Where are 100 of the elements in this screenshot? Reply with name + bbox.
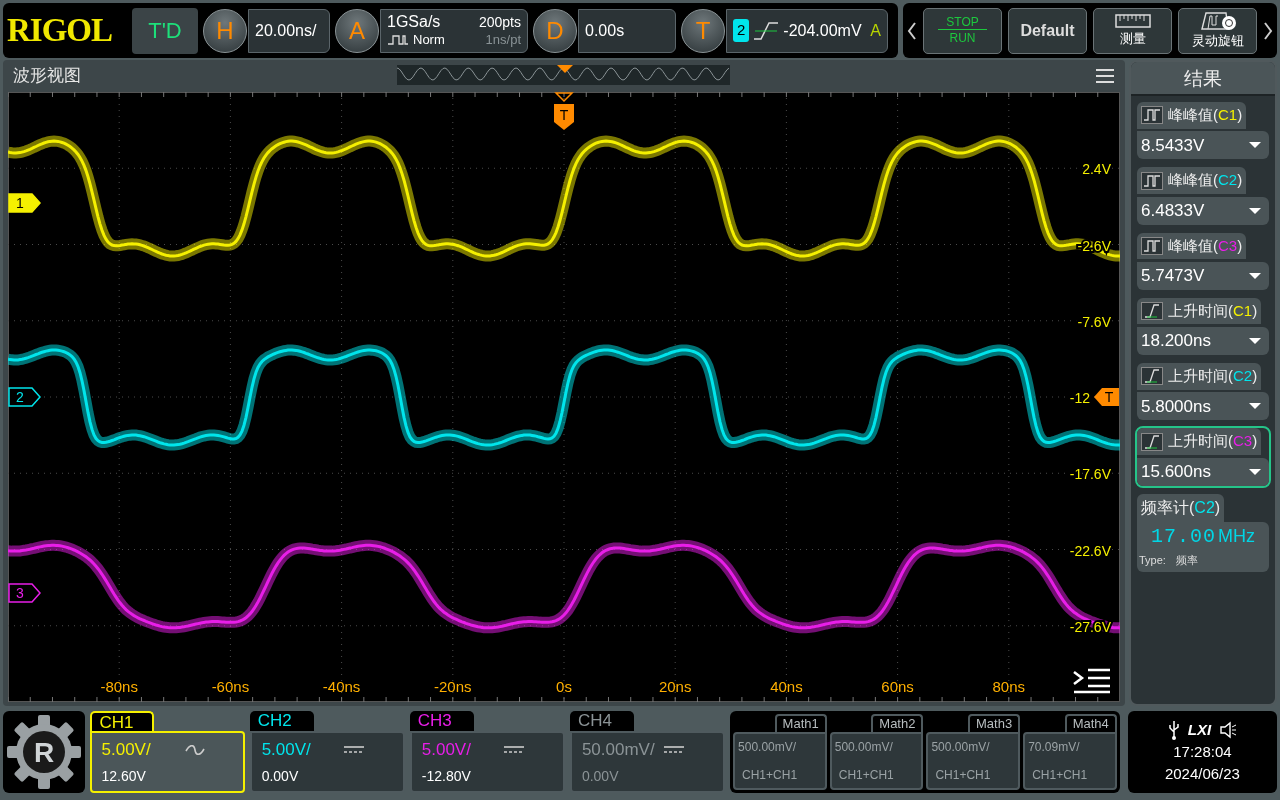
trigger-source-badge: 2 (733, 19, 750, 42)
channel-name: CH1 (99, 713, 134, 732)
measurement-label: 上升时间(C1) (1168, 300, 1258, 321)
channel-scale: 50.00mV/ (581, 739, 655, 761)
parameter-panel[interactable]: 0.00s (578, 8, 676, 53)
panel-title: 结果 (1131, 62, 1275, 96)
channel-scale: 5.00V/ (261, 739, 311, 761)
measure-button[interactable]: 测量 (1093, 7, 1172, 54)
timebase-value: 20.00ns/ (255, 20, 317, 41)
measurement-label: 峰峰值(C3) (1168, 235, 1243, 256)
usb-icon (1167, 720, 1180, 740)
math-source: CH1+CH1 (1031, 767, 1089, 784)
pulse-icon (1141, 106, 1163, 125)
math-source: CH1+CH1 (837, 767, 895, 784)
channel-scale: 5.00V/ (421, 739, 471, 761)
ac-coupling-icon (184, 744, 205, 755)
time-axis-label: 20ns (658, 678, 692, 695)
channel-marker: 3 (8, 583, 41, 603)
rising-edge-icon (753, 20, 780, 41)
trigger-marker: T (1094, 388, 1119, 406)
math-name: Math3 (968, 714, 1021, 732)
measurement-item[interactable]: 峰峰值(C1) 8.5433V (1135, 100, 1271, 162)
time-axis-label: 80ns (992, 678, 1026, 695)
panel-title: 波形视图 (13, 65, 81, 88)
parameter-panel[interactable]: 1GSa/s Norm 200pts 1ns/pt (380, 8, 528, 53)
brand-logo: RIGOL (7, 14, 114, 47)
dropdown-caret-icon[interactable] (1249, 141, 1261, 150)
run-stop-button[interactable]: STOP RUN (923, 7, 1002, 54)
measurement-label: 上升时间(C3) (1168, 431, 1258, 452)
math-scale: 500.00mV/ (834, 739, 894, 756)
channel-name: CH3 (417, 711, 452, 730)
time-axis-label: 60ns (881, 678, 914, 695)
measurement-label: 峰峰值(C2) (1168, 170, 1243, 191)
speaker-icon (1219, 721, 1238, 739)
math-name: Math4 (1064, 714, 1117, 732)
math-name: Math2 (871, 714, 924, 732)
counter-value: 17.00 (1151, 523, 1216, 550)
voltage-axis-label: -22.6V (1069, 542, 1111, 559)
sweep-mode: A (870, 20, 881, 41)
measurement-item[interactable]: 峰峰值(C3) 5.7473V (1135, 230, 1271, 292)
voltage-axis-label: -7.6V (1077, 313, 1111, 330)
voltage-axis-label: 2.4V (1082, 161, 1111, 178)
parameter-panel[interactable]: 2 -204.00mV A (726, 8, 888, 53)
delay-value: 0.00s (585, 20, 625, 41)
channel-marker: 2 (8, 387, 41, 407)
acquire-mode: Norm (413, 30, 445, 49)
dc-coupling-icon (502, 744, 525, 755)
measurement-value: 15.600ns (1141, 460, 1211, 483)
time-axis-label: 0s (556, 678, 572, 695)
chevron-right-icon[interactable] (1263, 20, 1273, 41)
chevron-left-icon[interactable] (907, 20, 917, 41)
dropdown-caret-icon[interactable] (1249, 467, 1261, 476)
measurement-item[interactable]: 上升时间(C1) 18.200ns (1135, 295, 1271, 357)
dropdown-caret-icon[interactable] (1249, 402, 1261, 411)
measurement-item[interactable]: 峰峰值(C2) 6.4833V (1135, 165, 1271, 227)
voltage-axis-label: -27.6V (1069, 618, 1111, 635)
measurement-value: 5.8000ns (1141, 395, 1211, 418)
math-source: CH1+CH1 (741, 767, 799, 784)
clock-time: 17:28:04 (1173, 742, 1232, 763)
measurement-item[interactable]: 上升时间(C2) 5.8000ns (1135, 361, 1271, 423)
time-axis-label: -80ns (100, 678, 138, 695)
default-button[interactable]: Default (1008, 7, 1087, 54)
dropdown-caret-icon[interactable] (1249, 206, 1261, 215)
time-axis-label: -40ns (322, 678, 361, 695)
math-source: CH1+CH1 (934, 767, 992, 784)
trigger-level: -204.00mV (783, 20, 862, 41)
parameter-panel[interactable]: 20.00ns/ (248, 8, 330, 53)
menu-icon[interactable] (1095, 68, 1115, 84)
time-axis-label: -60ns (211, 678, 250, 695)
knob-button[interactable]: 灵动旋钮 (1178, 7, 1257, 54)
math-scale: 70.09mV/ (1028, 739, 1081, 756)
voltage-axis-label: -12 (1069, 390, 1090, 406)
dc-coupling-icon (342, 744, 365, 755)
type-value: 频率 (1175, 552, 1198, 568)
channel-marker: 1 (8, 193, 41, 213)
dropdown-caret-icon[interactable] (1249, 337, 1261, 345)
menu-collapse-icon[interactable] (1072, 668, 1112, 694)
time-axis-label: 40ns (770, 678, 803, 695)
measurement-label: 频率计(C2) (1141, 497, 1221, 518)
pulse-icon (387, 33, 409, 46)
channel-offset: 0.00V (261, 767, 300, 786)
rise-time-icon (1141, 302, 1163, 320)
channel-offset: 12.60V (101, 767, 147, 786)
counter-unit: MHz (1218, 524, 1255, 548)
sample-rate: 1GSa/s (387, 12, 442, 31)
measurement-value: 18.200ns (1141, 330, 1211, 353)
pulse-icon (1141, 171, 1163, 190)
measurement-value: 6.4833V (1141, 199, 1205, 222)
channel-name: CH4 (577, 711, 612, 730)
time-axis-label: -20ns (434, 678, 472, 695)
pulse-icon (1141, 236, 1163, 255)
lxi-label: LXI (1187, 719, 1212, 740)
ruler-icon (1114, 12, 1151, 29)
rise-time-icon (1141, 432, 1163, 451)
mode-button[interactable]: T'D (132, 7, 198, 54)
memory-depth: 200pts (478, 12, 521, 31)
resolution-value: 1ns/pt (485, 30, 521, 49)
measurement-item[interactable]: 上升时间(C3) 15.600ns (1135, 426, 1271, 488)
dropdown-caret-icon[interactable] (1249, 271, 1261, 280)
math-name: Math1 (774, 714, 827, 732)
